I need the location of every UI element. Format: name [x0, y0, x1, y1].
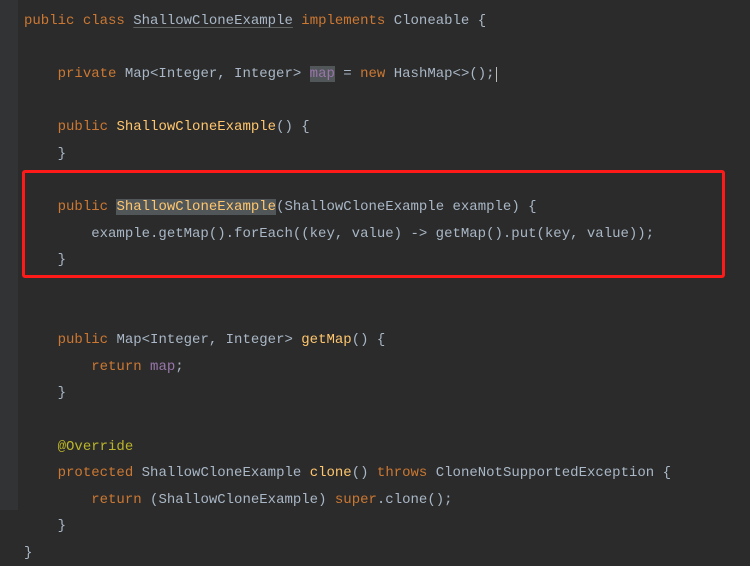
code-line: }: [24, 247, 750, 274]
code-line: return map;: [24, 354, 750, 381]
code-line: [24, 88, 750, 115]
code-line: example.getMap().forEach((key, value) ->…: [24, 221, 750, 248]
code-line: }: [24, 540, 750, 566]
code-line: public ShallowCloneExample() {: [24, 114, 750, 141]
code-line: [24, 301, 750, 328]
code-line: private Map<Integer, Integer> map = new …: [24, 61, 750, 88]
code-line: [24, 407, 750, 434]
code-line: public class ShallowCloneExample impleme…: [24, 8, 750, 35]
code-line: }: [24, 513, 750, 540]
code-line: }: [24, 141, 750, 168]
code-line: [24, 35, 750, 62]
code-line: @Override: [24, 434, 750, 461]
code-line: }: [24, 380, 750, 407]
code-line: public ShallowCloneExample(ShallowCloneE…: [24, 194, 750, 221]
code-line: return (ShallowCloneExample) super.clone…: [24, 487, 750, 514]
code-line: [24, 168, 750, 195]
code-editor[interactable]: public class ShallowCloneExample impleme…: [0, 8, 750, 566]
text-caret: [496, 67, 497, 82]
code-line: protected ShallowCloneExample clone() th…: [24, 460, 750, 487]
code-line: public Map<Integer, Integer> getMap() {: [24, 327, 750, 354]
code-line: [24, 274, 750, 301]
